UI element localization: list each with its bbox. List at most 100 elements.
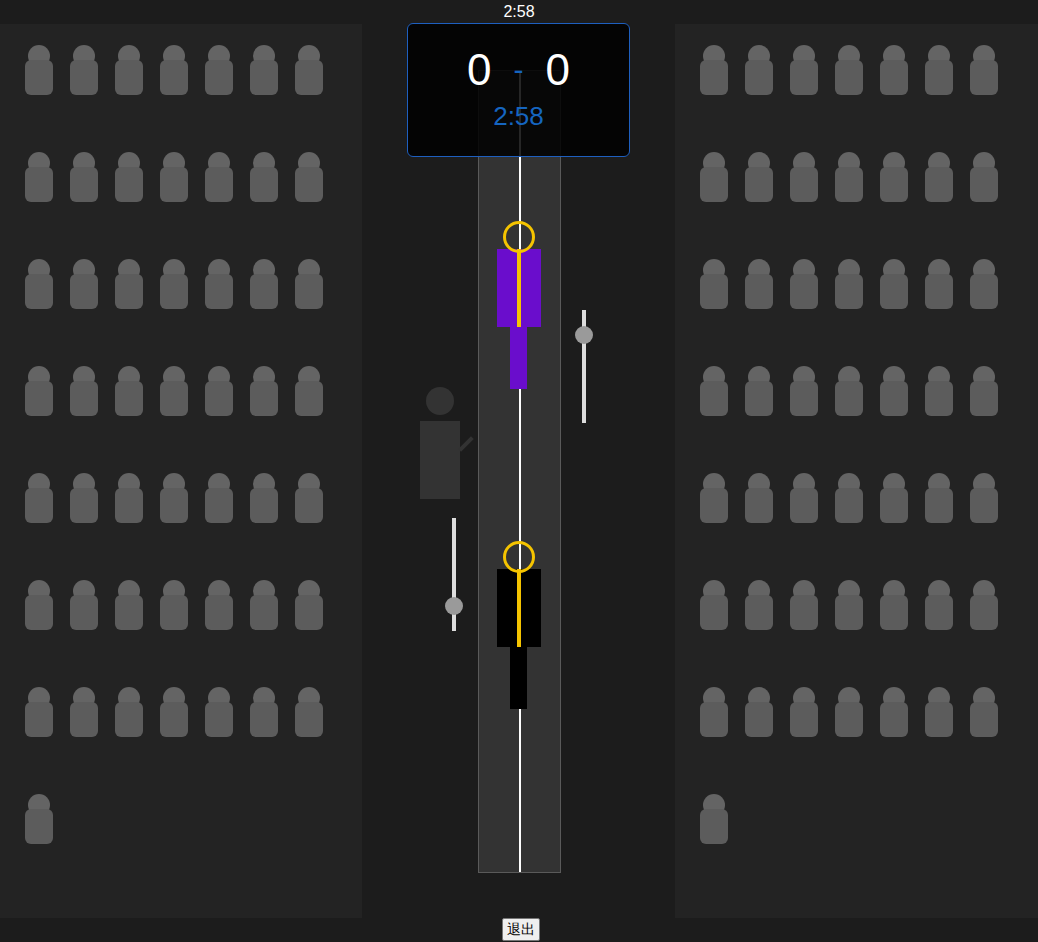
fencer-blade-icon bbox=[517, 249, 521, 327]
spectator bbox=[250, 473, 278, 523]
spectator-body-icon bbox=[115, 167, 143, 202]
fencer-legs bbox=[510, 327, 527, 389]
spectator-body-icon bbox=[835, 595, 863, 630]
spectator bbox=[160, 45, 188, 95]
spectator bbox=[205, 580, 233, 630]
spectator-body-icon bbox=[250, 167, 278, 202]
fencer-mask-icon bbox=[503, 221, 535, 253]
fencer bbox=[497, 221, 541, 391]
spectator-body-icon bbox=[70, 702, 98, 737]
score-separator: - bbox=[514, 44, 524, 96]
piste bbox=[478, 70, 561, 873]
spectator-body-icon bbox=[700, 702, 728, 737]
spectator-body-icon bbox=[115, 488, 143, 523]
spectator bbox=[970, 259, 998, 309]
spectator bbox=[700, 580, 728, 630]
spectator-body-icon bbox=[295, 381, 323, 416]
spectator bbox=[925, 473, 953, 523]
game-stage: 2:58 0 - 0 2:58 退出 bbox=[0, 0, 1038, 942]
spectator bbox=[295, 687, 323, 737]
exit-button[interactable]: 退出 bbox=[502, 918, 540, 941]
spectator-body-icon bbox=[970, 60, 998, 95]
spectator bbox=[700, 45, 728, 95]
spectator-body-icon bbox=[160, 274, 188, 309]
spectator bbox=[880, 366, 908, 416]
spectator-body-icon bbox=[25, 488, 53, 523]
spectator bbox=[925, 687, 953, 737]
spectator-body-icon bbox=[970, 595, 998, 630]
spectator-body-icon bbox=[25, 809, 53, 844]
spectator bbox=[295, 473, 323, 523]
spectator-body-icon bbox=[790, 167, 818, 202]
spectator bbox=[250, 366, 278, 416]
spectator bbox=[700, 152, 728, 202]
spectator bbox=[115, 580, 143, 630]
spectator bbox=[835, 580, 863, 630]
spectator-body-icon bbox=[160, 167, 188, 202]
spectator bbox=[790, 259, 818, 309]
spectator-body-icon bbox=[745, 274, 773, 309]
spectator bbox=[700, 473, 728, 523]
spectator-body-icon bbox=[205, 595, 233, 630]
spectator bbox=[880, 259, 908, 309]
spectator bbox=[835, 259, 863, 309]
spectator-body-icon bbox=[25, 274, 53, 309]
spectator bbox=[835, 366, 863, 416]
spectator-body-icon bbox=[205, 488, 233, 523]
spectator-body-icon bbox=[25, 60, 53, 95]
spectator-body-icon bbox=[880, 488, 908, 523]
spectator bbox=[115, 152, 143, 202]
spectator bbox=[835, 152, 863, 202]
spectator bbox=[160, 152, 188, 202]
spectator bbox=[160, 473, 188, 523]
left-stands bbox=[0, 24, 362, 918]
spectator bbox=[700, 259, 728, 309]
spectator bbox=[790, 366, 818, 416]
slider-track[interactable] bbox=[582, 310, 586, 423]
spectator-body-icon bbox=[925, 167, 953, 202]
spectator-body-icon bbox=[25, 702, 53, 737]
spectator bbox=[970, 366, 998, 416]
spectator-body-icon bbox=[70, 60, 98, 95]
spectator-body-icon bbox=[115, 702, 143, 737]
fencer-blade-icon bbox=[517, 569, 521, 647]
spectator-body-icon bbox=[790, 381, 818, 416]
spectator bbox=[880, 45, 908, 95]
left-score: 0 bbox=[467, 44, 491, 96]
spectator bbox=[295, 45, 323, 95]
spectator-body-icon bbox=[25, 595, 53, 630]
spectator-body-icon bbox=[70, 595, 98, 630]
spectator-body-icon bbox=[70, 167, 98, 202]
spectator-body-icon bbox=[835, 167, 863, 202]
spectator-body-icon bbox=[745, 167, 773, 202]
spectator bbox=[970, 152, 998, 202]
spectator-body-icon bbox=[250, 488, 278, 523]
spectator bbox=[25, 366, 53, 416]
spectator bbox=[115, 45, 143, 95]
piste-center-line bbox=[519, 71, 521, 872]
spectator-body-icon bbox=[745, 381, 773, 416]
referee bbox=[420, 387, 476, 500]
spectator bbox=[835, 687, 863, 737]
slider-knob[interactable] bbox=[575, 326, 593, 344]
spectator bbox=[745, 580, 773, 630]
spectator bbox=[970, 473, 998, 523]
spectator bbox=[25, 259, 53, 309]
spectator-body-icon bbox=[970, 381, 998, 416]
fencer-mask-icon bbox=[503, 541, 535, 573]
slider-knob[interactable] bbox=[445, 597, 463, 615]
slider-track[interactable] bbox=[452, 518, 456, 631]
referee-arm-icon bbox=[458, 436, 474, 452]
spectator-body-icon bbox=[970, 702, 998, 737]
spectator bbox=[160, 580, 188, 630]
spectator-body-icon bbox=[70, 488, 98, 523]
spectator bbox=[745, 687, 773, 737]
spectator-body-icon bbox=[205, 274, 233, 309]
spectator bbox=[745, 473, 773, 523]
spectator bbox=[250, 687, 278, 737]
spectator-body-icon bbox=[250, 60, 278, 95]
spectator bbox=[70, 580, 98, 630]
spectator-body-icon bbox=[250, 274, 278, 309]
spectator bbox=[205, 259, 233, 309]
spectator-body-icon bbox=[880, 381, 908, 416]
